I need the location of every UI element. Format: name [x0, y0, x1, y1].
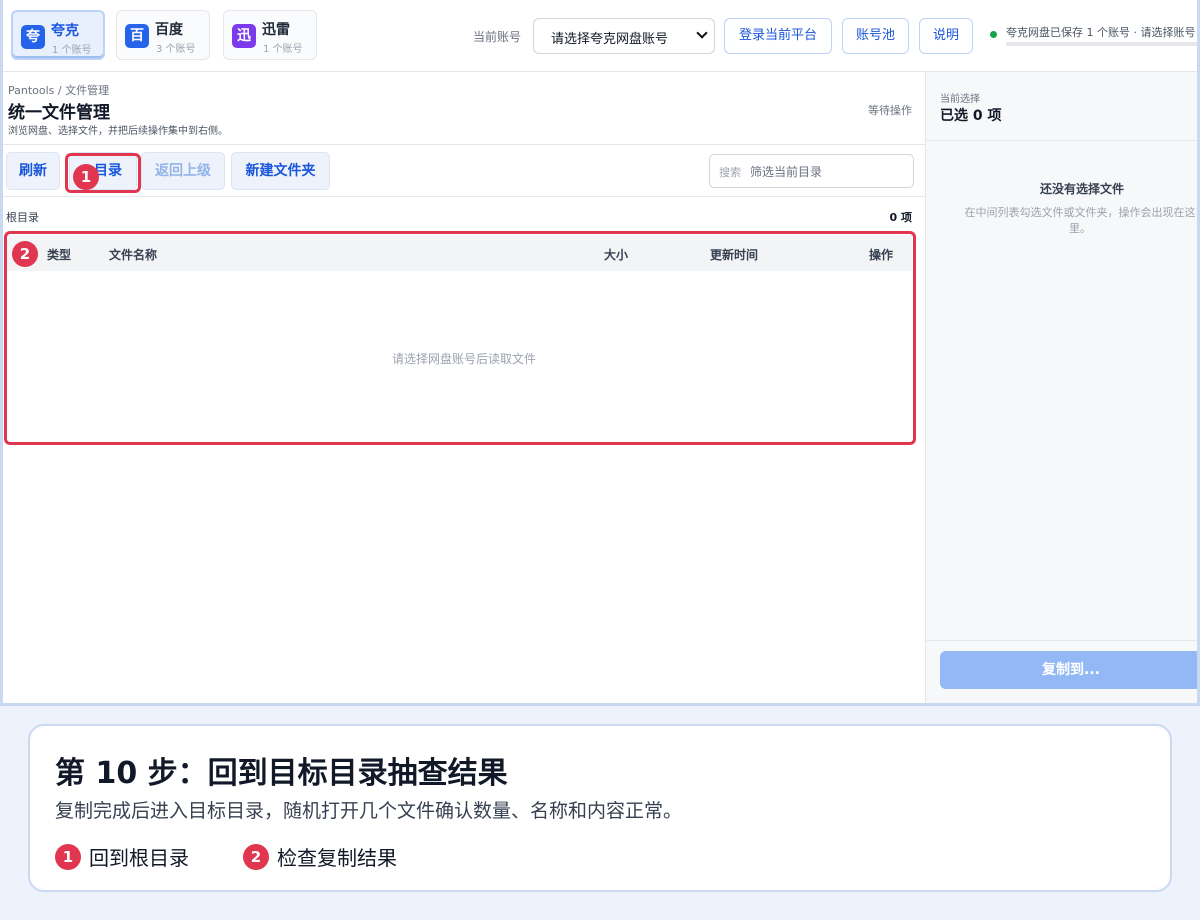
page-title: 统一文件管理	[8, 103, 110, 123]
platform-account-count: 1 个账号	[263, 44, 303, 55]
status-progress-bar	[1006, 42, 1197, 46]
legend-badge-1: 1	[55, 843, 81, 870]
current-path: 根目录	[6, 211, 39, 224]
step-description: 复制完成后进入目标目录，随机打开几个文件确认数量、名称和内容正常。	[55, 800, 683, 822]
page-subtitle: 浏览网盘、选择文件，并把后续操作集中到右侧。	[8, 126, 228, 137]
highlight-box-2	[4, 231, 916, 445]
selection-empty-title: 还没有选择文件	[1039, 182, 1124, 196]
account-select[interactable]: 请选择夸克网盘账号	[533, 18, 715, 54]
platform-name: 夸克	[51, 23, 79, 39]
step-title: 第 10 步：回到目标目录抽查结果	[55, 756, 508, 791]
platform-tab-quark[interactable]: 夸 夸克 1 个账号	[11, 10, 105, 60]
xunlei-logo-icon: 迅	[232, 24, 256, 48]
legend-item-1: 1 回到根目录	[55, 842, 189, 870]
selection-empty-description: 在中间列表勾选文件或文件夹，操作会出现在这里。	[964, 206, 1196, 235]
divider	[926, 640, 1197, 641]
platform-name: 百度	[155, 22, 183, 38]
chevron-down-icon	[696, 27, 708, 39]
legend-text-2: 检查复制结果	[277, 846, 397, 870]
platform-tab-xunlei[interactable]: 迅 迅雷 1 个账号	[223, 10, 317, 60]
step-badge-1: 1	[73, 164, 99, 190]
search-field[interactable]: 搜索	[709, 154, 914, 188]
platform-account-count: 3 个账号	[156, 44, 196, 55]
account-select-value: 请选择夸克网盘账号	[551, 32, 669, 47]
selection-panel: 当前选择 已选 0 项 还没有选择文件 在中间列表勾选文件或文件夹，操作会出现在…	[925, 72, 1197, 703]
breadcrumb: Pantools / 文件管理	[8, 84, 110, 97]
account-label: 当前账号	[473, 30, 522, 44]
selection-count: 已选 0 项	[940, 108, 1002, 124]
divider	[3, 144, 925, 145]
baidu-logo-icon: 百	[125, 24, 149, 48]
quark-logo-icon: 夸	[21, 25, 45, 49]
copy-to-button[interactable]: 复制到...	[940, 651, 1197, 689]
platform-account-count: 1 个账号	[52, 45, 92, 56]
legend-text-1: 回到根目录	[89, 846, 189, 870]
account-status-text: 夸克网盘已保存 1 个账号 · 请选择账号	[1006, 26, 1196, 39]
search-input[interactable]	[750, 161, 910, 183]
new-folder-button[interactable]: 新建文件夹	[231, 152, 330, 190]
platform-tab-baidu[interactable]: 百 百度 3 个账号	[116, 10, 210, 60]
platform-name: 迅雷	[262, 22, 290, 38]
operation-status: 等待操作	[868, 104, 912, 117]
divider	[926, 140, 1197, 141]
login-platform-button[interactable]: 登录当前平台	[724, 18, 832, 54]
item-count: 0 项	[889, 211, 912, 224]
step-badge-2: 2	[12, 241, 38, 267]
app-window: 夸 夸克 1 个账号 百 百度 3 个账号 迅 迅雷 1 个账号 当前账号 请选…	[0, 0, 1200, 706]
refresh-button[interactable]: 刷新	[6, 152, 60, 190]
selection-label: 当前选择	[940, 94, 980, 105]
top-bar: 夸 夸克 1 个账号 百 百度 3 个账号 迅 迅雷 1 个账号 当前账号 请选…	[3, 0, 1197, 72]
legend-item-2: 2 检查复制结果	[243, 842, 397, 870]
step-caption-card: 第 10 步：回到目标目录抽查结果 复制完成后进入目标目录，随机打开几个文件确认…	[28, 724, 1172, 892]
divider	[3, 196, 925, 197]
account-pool-button[interactable]: 账号池	[842, 18, 909, 54]
legend-badge-2: 2	[243, 843, 269, 870]
go-up-button[interactable]: 返回上级	[141, 152, 225, 190]
status-dot-icon	[990, 31, 997, 38]
search-label: 搜索	[719, 166, 741, 179]
help-button[interactable]: 说明	[919, 18, 973, 54]
